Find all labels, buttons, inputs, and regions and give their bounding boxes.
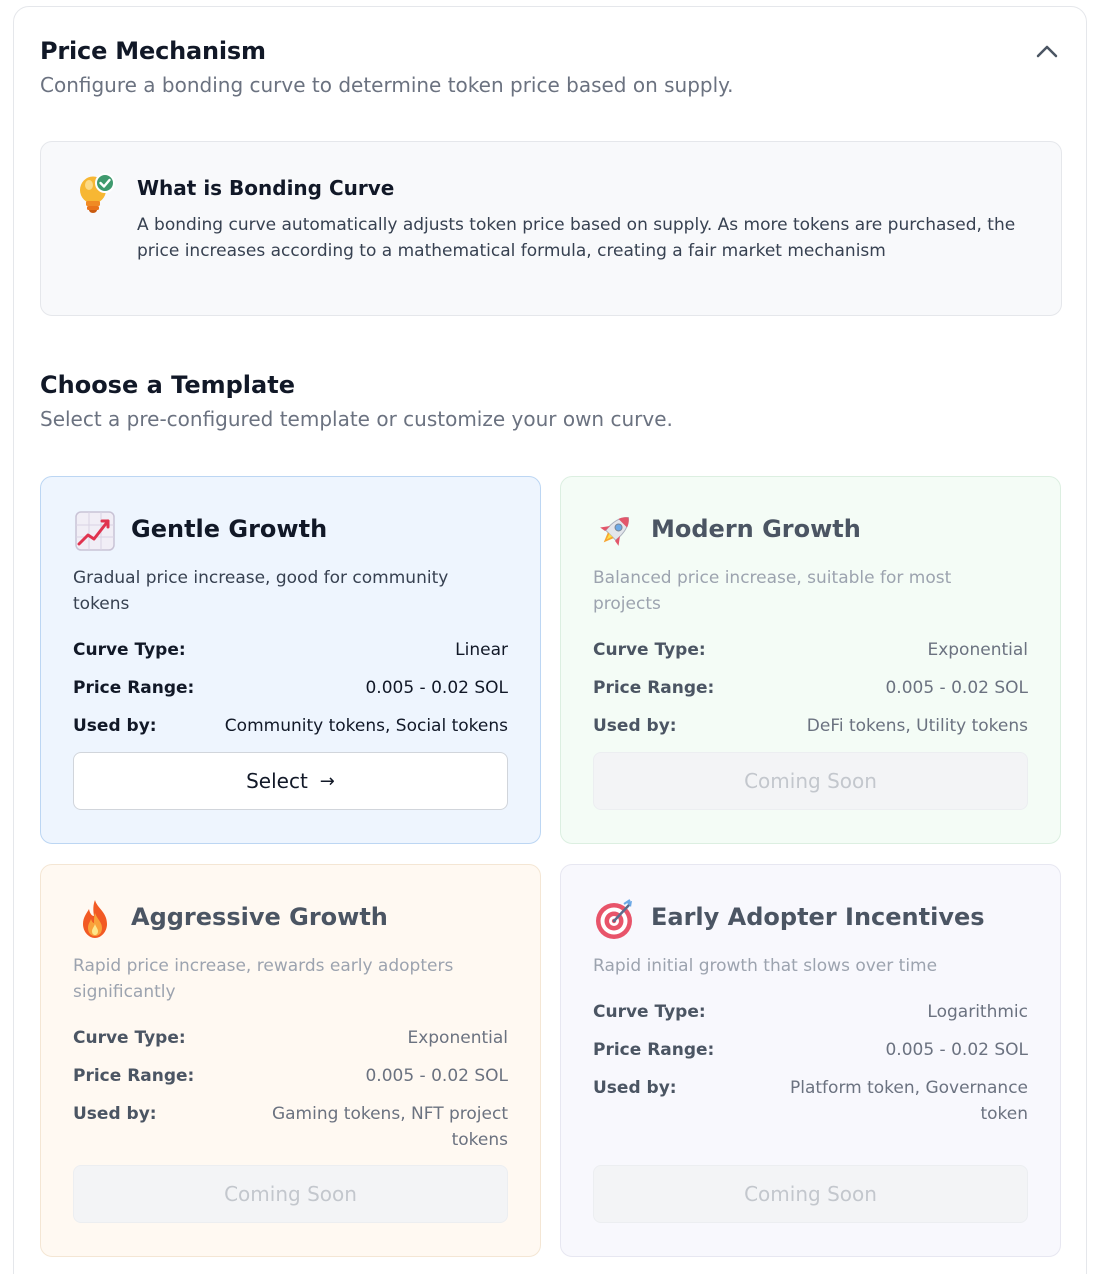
section-title: Price Mechanism: [40, 37, 266, 65]
card-description: Balanced price increase, suitable for mo…: [593, 568, 952, 614]
curve-type-label: Curve Type:: [593, 1002, 706, 1022]
price-range-value: 0.005 - 0.02 SOL: [365, 678, 508, 698]
arrow-right-icon: →: [319, 770, 335, 792]
lightbulb-check-icon: [80, 173, 115, 213]
rocket-icon: [600, 517, 629, 546]
price-range-label: Price Range:: [593, 1040, 715, 1060]
used-by-value: DeFi tokens, Utility tokens: [806, 716, 1028, 736]
curve-type-value: Linear: [455, 640, 508, 660]
chevron-up-icon[interactable]: [1034, 41, 1060, 61]
curve-type-label: Curve Type:: [73, 640, 186, 660]
used-by-row: Used by: Gaming tokens, NFT project toke…: [73, 1101, 508, 1153]
curve-type-row: Curve Type: Logarithmic: [593, 999, 1028, 1025]
card-description: Gradual price increase, good for communi…: [73, 568, 449, 614]
price-range-label: Price Range:: [73, 678, 195, 698]
curve-type-value: Logarithmic: [927, 1002, 1028, 1022]
curve-type-label: Curve Type:: [73, 1028, 186, 1048]
target-icon: [596, 899, 632, 939]
price-range-label: Price Range:: [593, 678, 715, 698]
price-range-value: 0.005 - 0.02 SOL: [365, 1066, 508, 1086]
template-card-early-adopter-incentives: Early Adopter Incentives Rapid initial g…: [560, 864, 1061, 1257]
templates-subtitle: Select a pre-configured template or cust…: [40, 407, 673, 431]
used-by-value: Community tokens, Social tokens: [224, 716, 508, 736]
price-range-row: Price Range: 0.005 - 0.02 SOL: [593, 675, 1028, 701]
price-range-value: 0.005 - 0.02 SOL: [885, 1040, 1028, 1060]
templates-title: Choose a Template: [40, 371, 295, 399]
template-card-modern-growth: Modern Growth Balanced price increase, s…: [560, 476, 1061, 844]
template-card-gentle-growth[interactable]: Gentle Growth Gradual price increase, go…: [40, 476, 541, 844]
template-card-aggressive-growth: Aggressive Growth Rapid price increase, …: [40, 864, 541, 1257]
used-by-value: Gaming tokens, NFT project tokens: [271, 1104, 508, 1150]
section-subtitle: Configure a bonding curve to determine t…: [40, 73, 734, 97]
used-by-label: Used by:: [593, 1078, 677, 1098]
price-range-row: Price Range: 0.005 - 0.02 SOL: [73, 1063, 508, 1089]
select-button-label: Select: [246, 769, 308, 793]
used-by-row: Used by: Platform token, Governance toke…: [593, 1075, 1028, 1127]
price-range-row: Price Range: 0.005 - 0.02 SOL: [73, 675, 508, 701]
card-description: Rapid price increase, rewards early adop…: [73, 956, 454, 1002]
curve-type-label: Curve Type:: [593, 640, 706, 660]
card-description: Rapid initial growth that slows over tim…: [593, 956, 938, 976]
price-range-value: 0.005 - 0.02 SOL: [885, 678, 1028, 698]
card-title: Early Adopter Incentives: [651, 903, 985, 931]
bonding-curve-info: What is Bonding Curve A bonding curve au…: [40, 141, 1062, 316]
curve-type-value: Exponential: [927, 640, 1028, 660]
price-range-row: Price Range: 0.005 - 0.02 SOL: [593, 1037, 1028, 1063]
fire-icon: [83, 900, 107, 938]
select-button[interactable]: Select →: [73, 752, 508, 810]
price-mechanism-panel: Price Mechanism Configure a bonding curv…: [13, 6, 1087, 1274]
used-by-value: Platform token, Governance token: [790, 1078, 1028, 1124]
curve-type-value: Exponential: [407, 1028, 508, 1048]
curve-type-row: Curve Type: Exponential: [73, 1025, 508, 1051]
curve-type-row: Curve Type: Exponential: [593, 637, 1028, 663]
used-by-label: Used by:: [73, 1104, 157, 1124]
coming-soon-button: Coming Soon: [593, 752, 1028, 810]
coming-soon-button: Coming Soon: [593, 1165, 1028, 1223]
chart-increasing-icon: [75, 511, 115, 551]
used-by-label: Used by:: [73, 716, 157, 736]
card-title: Modern Growth: [651, 515, 861, 543]
card-title: Gentle Growth: [131, 515, 328, 543]
curve-type-row: Curve Type: Linear: [73, 637, 508, 663]
used-by-row: Used by: Community tokens, Social tokens: [73, 713, 508, 739]
price-range-label: Price Range:: [73, 1066, 195, 1086]
info-title: What is Bonding Curve: [137, 176, 395, 200]
used-by-row: Used by: DeFi tokens, Utility tokens: [593, 713, 1028, 739]
coming-soon-button: Coming Soon: [73, 1165, 508, 1223]
card-title: Aggressive Growth: [131, 903, 388, 931]
info-text: A bonding curve automatically adjusts to…: [137, 215, 1016, 261]
used-by-label: Used by:: [593, 716, 677, 736]
